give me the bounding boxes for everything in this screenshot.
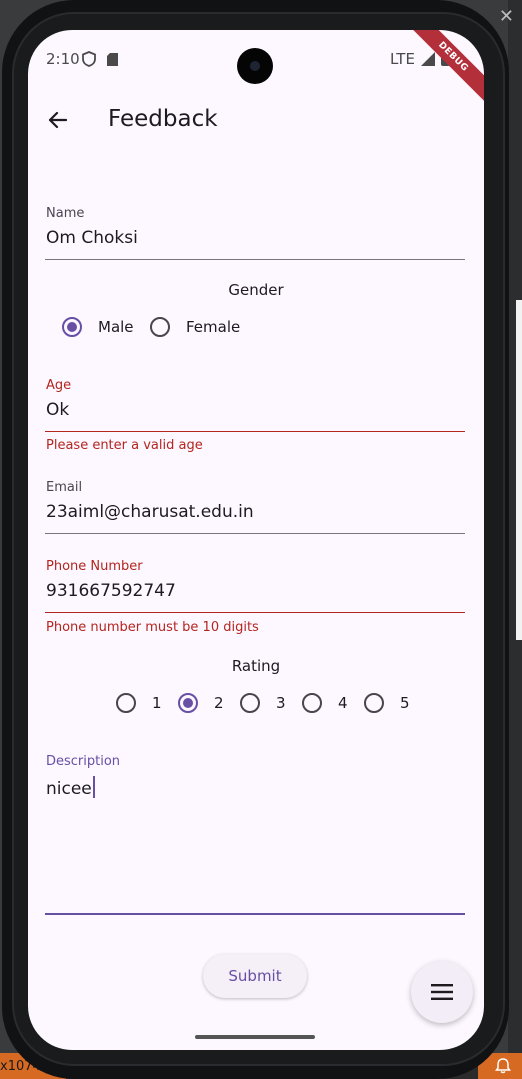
- submit-button[interactable]: Submit: [203, 954, 307, 998]
- name-field-underline: [45, 259, 465, 260]
- phone-error-text: Phone number must be 10 digits: [46, 620, 259, 635]
- gender-label-male[interactable]: Male: [98, 318, 134, 336]
- menu-icon: [431, 984, 453, 1000]
- phone-field[interactable]: 931667592747: [46, 581, 176, 601]
- gender-label-female[interactable]: Female: [186, 318, 240, 336]
- description-label: Description: [46, 754, 121, 769]
- age-error-text: Please enter a valid age: [46, 438, 203, 453]
- phone-field-underline: [45, 612, 465, 613]
- rating-radio-2[interactable]: [178, 693, 198, 713]
- camera-lens: [250, 61, 260, 71]
- age-label: Age: [46, 378, 72, 393]
- rating-label-2[interactable]: 2: [214, 694, 224, 712]
- status-time: 2:10: [46, 50, 80, 68]
- gender-radio-female[interactable]: [150, 317, 170, 337]
- rating-label-4[interactable]: 4: [338, 694, 348, 712]
- phone-label: Phone Number: [46, 559, 143, 574]
- email-label: Email: [46, 480, 83, 495]
- app-screen: 2:10 LTE DEBUG Feedback Name Om Choksi G…: [28, 30, 484, 1050]
- rating-label-3[interactable]: 3: [276, 694, 286, 712]
- description-field[interactable]: nicee: [46, 776, 95, 799]
- host-panel: [516, 300, 522, 640]
- name-label: Name: [46, 206, 85, 221]
- gender-radio-male[interactable]: [62, 317, 82, 337]
- rating-title: Rating: [231, 657, 281, 675]
- name-field[interactable]: Om Choksi: [46, 228, 138, 248]
- description-text: nicee: [46, 779, 92, 799]
- age-field-underline: [45, 431, 465, 432]
- text-caret: [92, 776, 95, 798]
- description-field-underline: [45, 913, 465, 915]
- rating-radio-4[interactable]: [302, 693, 322, 713]
- rating-label-5[interactable]: 5: [400, 694, 410, 712]
- age-field[interactable]: Ok: [46, 400, 69, 420]
- email-field[interactable]: 23aiml@charusat.edu.in: [46, 502, 254, 522]
- app-bar: Feedback: [28, 94, 484, 150]
- arrow-left-icon[interactable]: [46, 108, 70, 132]
- bell-icon[interactable]: [494, 1057, 512, 1075]
- signal-icon: [421, 52, 435, 66]
- shield-icon: [82, 51, 96, 67]
- page-title: Feedback: [108, 106, 218, 132]
- network-type: LTE: [390, 50, 415, 68]
- email-field-underline: [45, 533, 465, 534]
- rating-label-1[interactable]: 1: [152, 694, 162, 712]
- gender-title: Gender: [228, 281, 284, 299]
- front-camera: [237, 48, 273, 84]
- status-bar: 2:10 LTE DEBUG: [28, 30, 484, 110]
- menu-fab[interactable]: [411, 961, 473, 1023]
- rating-radio-5[interactable]: [364, 693, 384, 713]
- rating-radio-1[interactable]: [116, 693, 136, 713]
- sd-card-icon: [107, 53, 118, 66]
- rating-radio-3[interactable]: [240, 693, 260, 713]
- home-indicator[interactable]: [195, 1035, 315, 1039]
- close-icon[interactable]: ✕: [499, 8, 514, 26]
